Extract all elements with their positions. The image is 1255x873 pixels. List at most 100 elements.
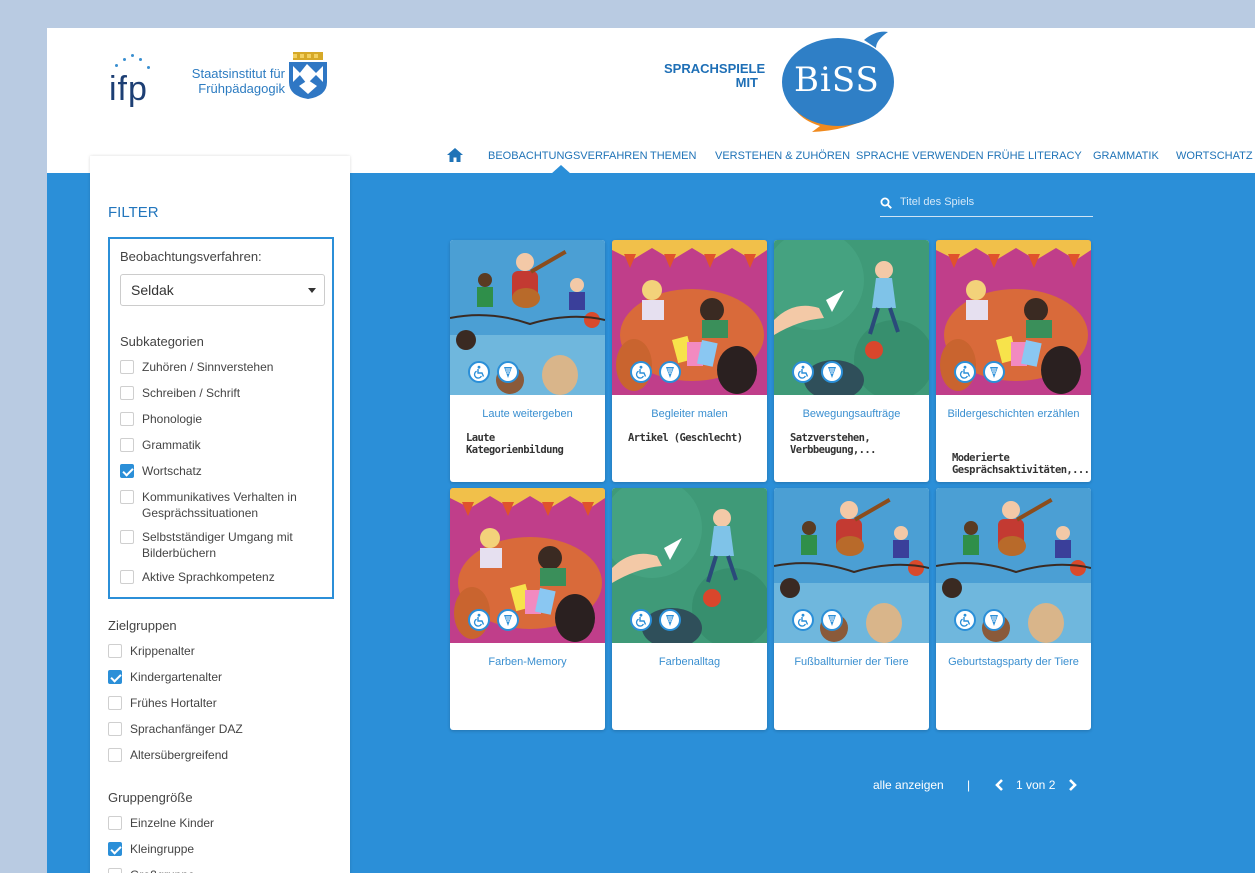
game-card[interactable]: Fußballturnier der TiereSchrift, Artikel…	[774, 488, 929, 730]
checkbox-label[interactable]: Aktive Sprachkompetenz	[142, 569, 322, 585]
ice-cream-icon	[983, 609, 1005, 631]
checkbox[interactable]	[108, 868, 122, 873]
game-card[interactable]: Farben-MemoryWortschatzerweiterung Kateg…	[450, 488, 605, 730]
ice-cream-icon	[659, 361, 681, 383]
checkbox-label[interactable]: Selbstständiger Umgang mit Bilderbüchern	[142, 529, 322, 561]
game-card-description: Laute Kategorienbildung	[466, 432, 564, 456]
pager-separator: |	[967, 778, 971, 792]
checkbox-label[interactable]: Krippenalter	[130, 643, 330, 659]
ice-cream-icon	[659, 609, 681, 631]
accessibility-icon	[954, 361, 976, 383]
game-card-title[interactable]: Begleiter malen	[620, 408, 759, 421]
checkbox-label[interactable]: Zuhören / Sinnverstehen	[142, 359, 322, 375]
checkbox-label[interactable]: Kleingruppe	[130, 841, 330, 857]
ice-cream-icon	[497, 361, 519, 383]
home-icon[interactable]	[447, 148, 463, 162]
accessibility-icon	[630, 361, 652, 383]
biss-tagline: SPRACHSPIELE MIT	[664, 61, 766, 90]
checkbox-label[interactable]: Wortschatz	[142, 463, 322, 479]
nav-item-verstehen-zuhoeren[interactable]: VERSTEHEN & ZUHÖREN	[715, 150, 850, 162]
nav-item-beobachtungsverfahren[interactable]: BEOBACHTUNGSVERFAHREN	[488, 150, 648, 162]
checkbox[interactable]	[120, 360, 134, 374]
game-card-title[interactable]: Farbenalltag	[620, 656, 759, 669]
checkbox-label[interactable]: Phonologie	[142, 411, 322, 427]
checkbox[interactable]	[108, 722, 122, 736]
nav-item-wortschatz[interactable]: WORTSCHATZ	[1176, 150, 1253, 162]
game-card[interactable]: Geburtstagsparty der Tiere Moderierte Ges…	[936, 488, 1091, 730]
nav-item-fruehe-literacy[interactable]: FRÜHE LITERACY	[987, 150, 1082, 162]
game-card-title[interactable]: Bewegungsaufträge	[782, 408, 921, 421]
header: ifp Staatsinstitut für Frühpädagogik SPR…	[47, 28, 1255, 174]
top-backdrop	[0, 0, 1255, 28]
checkbox[interactable]	[120, 530, 134, 544]
checkbox[interactable]	[108, 696, 122, 710]
ifp-wordmark: ifp	[109, 70, 148, 108]
procedure-select[interactable]: Seldak	[120, 274, 325, 306]
show-all-link[interactable]: alle anzeigen	[873, 778, 944, 792]
nav-item-grammatik[interactable]: GRAMMATIK	[1093, 150, 1159, 162]
procedure-select-value: Seldak	[131, 282, 174, 298]
game-card[interactable]: Laute weitergeben Laute Kategorienbildung	[450, 240, 605, 482]
procedure-label: Beobachtungsverfahren:	[120, 249, 262, 264]
accessibility-icon	[468, 361, 490, 383]
page-info: 1 von 2	[1016, 778, 1056, 792]
checkbox-label[interactable]: Frühes Hortalter	[130, 695, 330, 711]
checkbox[interactable]	[120, 412, 134, 426]
checkbox-label[interactable]: Großgruppe	[130, 867, 330, 873]
game-card-title[interactable]: Bildergeschichten erzählen	[944, 408, 1083, 421]
checkbox-label[interactable]: Altersübergreifend	[130, 747, 330, 763]
checkbox-label[interactable]: Einzelne Kinder	[130, 815, 330, 831]
nav-item-sprache-verwenden[interactable]: SPRACHE VERWENDEN	[856, 150, 984, 162]
search-placeholder[interactable]: Titel des Spiels	[900, 196, 974, 208]
filter-title: FILTER	[108, 204, 159, 221]
pagination: alle anzeigen | 1 von 2	[873, 778, 1123, 798]
game-card-title[interactable]: Laute weitergeben	[458, 408, 597, 421]
checkbox-label[interactable]: Grammatik	[142, 437, 322, 453]
checkbox[interactable]	[108, 816, 122, 830]
game-card[interactable]: Bildergeschichten erzählen Moderierte Ges…	[936, 240, 1091, 482]
game-card[interactable]: FarbenalltagKategorienbildung Wortschatz…	[612, 488, 767, 730]
game-card[interactable]: Begleiter malen Artikel (Geschlecht)	[612, 240, 767, 482]
filter-panel: FILTER Beobachtungsverfahren: Seldak Sub…	[90, 156, 350, 873]
main-nav: BEOBACHTUNGSVERFAHREN THEMEN VERSTEHEN &…	[447, 146, 1255, 174]
subcategory-label: Subkategorien	[120, 334, 204, 349]
nav-item-themen[interactable]: THEMEN	[650, 150, 696, 162]
procedure-filter-box: Beobachtungsverfahren: Seldak Subkategor…	[108, 237, 334, 599]
checkbox[interactable]	[108, 748, 122, 762]
game-card-title[interactable]: Geburtstagsparty der Tiere	[944, 656, 1083, 669]
chevron-left-icon[interactable]	[994, 779, 1004, 791]
checkbox[interactable]	[120, 570, 134, 584]
game-card-description: Moderierte Gesprächsaktivität, Fälle,...	[952, 488, 1077, 489]
target-group-label: Zielgruppen	[108, 618, 177, 633]
bavaria-coat-of-arms-icon	[289, 52, 327, 99]
biss-logo[interactable]: SPRACHSPIELE MIT BiSS	[664, 28, 904, 133]
search-icon	[880, 197, 892, 209]
checkbox-label[interactable]: Sprachanfänger DAZ	[130, 721, 330, 737]
ice-cream-icon	[821, 609, 843, 631]
checkbox[interactable]	[120, 386, 134, 400]
checkbox-label[interactable]: Schreiben / Schrift	[142, 385, 322, 401]
checkbox[interactable]	[108, 842, 122, 856]
accessibility-icon	[792, 361, 814, 383]
accessibility-icon	[630, 609, 652, 631]
chevron-right-icon[interactable]	[1068, 779, 1078, 791]
chevron-down-icon	[308, 288, 316, 293]
ice-cream-icon	[497, 609, 519, 631]
search-field[interactable]: Titel des Spiels	[880, 196, 1093, 217]
checkbox[interactable]	[108, 644, 122, 658]
checkbox[interactable]	[120, 464, 134, 478]
game-card[interactable]: Bewegungsaufträge Satzverstehen, Verbbeug…	[774, 240, 929, 482]
game-card-title[interactable]: Fußballturnier der Tiere	[782, 656, 921, 669]
ice-cream-icon	[821, 361, 843, 383]
accessibility-icon	[954, 609, 976, 631]
accessibility-icon	[468, 609, 490, 631]
game-card-description: Artikel (Geschlecht)	[628, 432, 743, 444]
ifp-logo[interactable]: ifp Staatsinstitut für Frühpädagogik	[109, 42, 339, 112]
checkbox-label[interactable]: Kommunikatives Verhalten in Gesprächssit…	[142, 489, 322, 521]
checkbox[interactable]	[120, 438, 134, 452]
checkbox-label[interactable]: Kindergartenalter	[130, 669, 330, 685]
checkbox[interactable]	[120, 490, 134, 504]
ifp-institute-name: Staatsinstitut für Frühpädagogik	[191, 66, 285, 96]
checkbox[interactable]	[108, 670, 122, 684]
game-card-title[interactable]: Farben-Memory	[458, 656, 597, 669]
